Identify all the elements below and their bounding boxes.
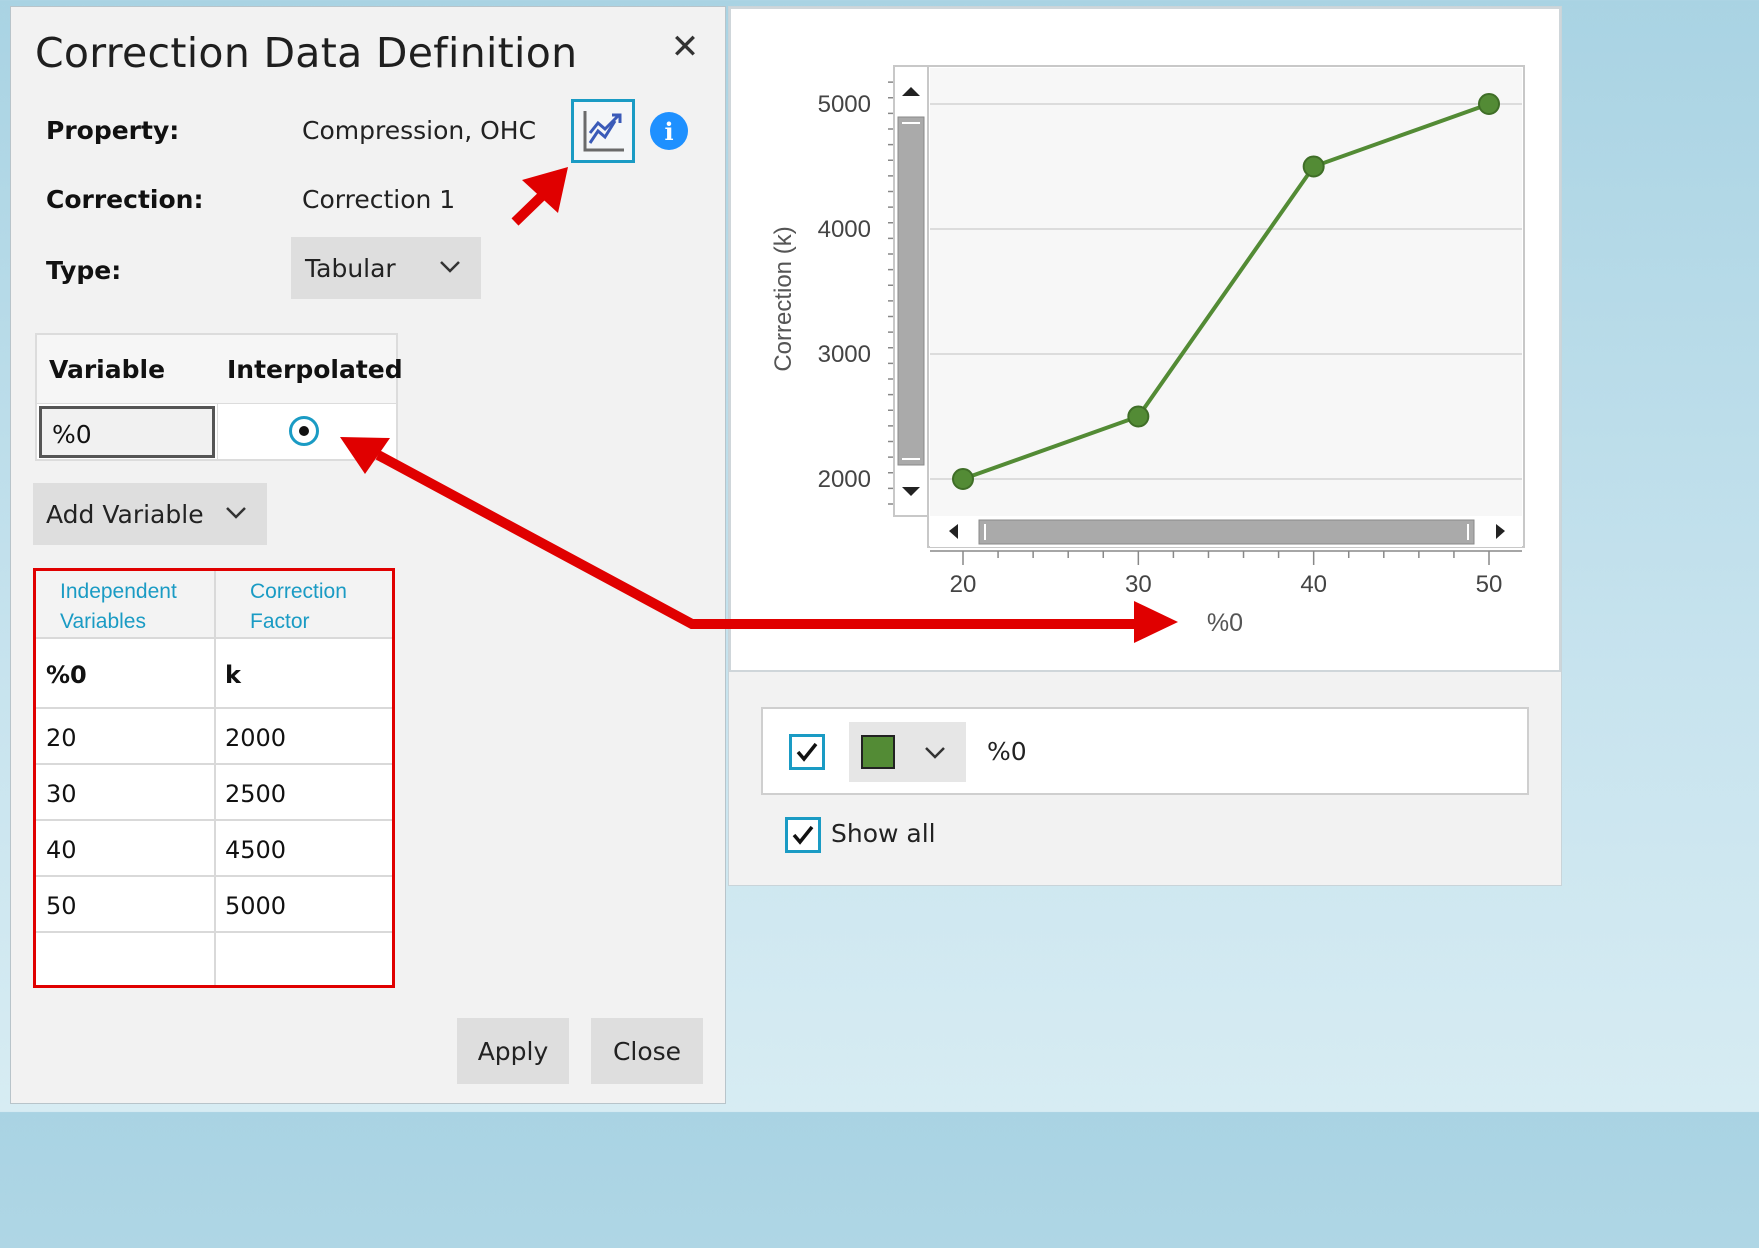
- y-axis-label: Correction (k): [770, 226, 797, 371]
- show-all-checkbox[interactable]: [785, 817, 821, 853]
- correction-factor-header: Correction Factor: [250, 577, 347, 637]
- vertical-scroll-thumb[interactable]: [897, 116, 925, 466]
- x-tick-label: 50: [1476, 571, 1503, 598]
- show-graph-button[interactable]: [571, 99, 635, 163]
- independent-variables-header: Independent Variables: [60, 577, 177, 637]
- factor-value-cell[interactable]: 2000: [225, 724, 286, 752]
- y-tick-label: 2000: [818, 466, 871, 493]
- chevron-down-icon: [226, 507, 246, 519]
- x-value-cell[interactable]: 30: [46, 780, 77, 808]
- chevron-down-icon: [440, 261, 460, 273]
- vertical-scrollbar[interactable]: [893, 65, 929, 517]
- x-value-cell[interactable]: 50: [46, 892, 77, 920]
- variable-row: %0: [37, 403, 396, 460]
- legend-box: %0: [761, 707, 1529, 795]
- correction-data-dialog: Correction Data Definition ✕ Property: C…: [10, 6, 726, 1104]
- x-value-cell[interactable]: 20: [46, 724, 77, 752]
- header-line: Factor: [250, 610, 310, 633]
- y-axis-ticks: 2000 3000 4000 5000: [818, 81, 894, 505]
- factor-value-cell[interactable]: 5000: [225, 892, 286, 920]
- correction-label: Correction:: [46, 185, 204, 214]
- column-divider: [214, 571, 216, 985]
- variable-unit-cell: %0: [46, 661, 87, 689]
- interpolated-radio[interactable]: [289, 416, 319, 446]
- header-line: Independent: [60, 580, 177, 603]
- graph-panel: 2000 3000 4000 5000 20 30 40 50 Correcti…: [728, 6, 1562, 886]
- line-chart-icon: [583, 111, 624, 152]
- y-tick-label: 5000: [818, 91, 871, 118]
- correction-data-table: Independent Variables Correction Factor …: [33, 568, 395, 988]
- show-all-label: Show all: [831, 819, 936, 848]
- apply-button[interactable]: Apply: [457, 1018, 569, 1084]
- checkmark-icon: [792, 825, 814, 845]
- x-axis-label: %0: [1207, 609, 1243, 637]
- dialog-title: Correction Data Definition: [35, 29, 578, 77]
- x-tick-label: 40: [1300, 571, 1327, 598]
- y-tick-label: 4000: [818, 216, 871, 243]
- variable-column-header: Variable: [49, 355, 166, 384]
- column-divider: [217, 404, 218, 460]
- type-dropdown[interactable]: Tabular: [291, 237, 481, 299]
- x-tick-label: 30: [1125, 571, 1152, 598]
- variable-name-cell[interactable]: %0: [39, 406, 215, 458]
- horizontal-scroll-thumb[interactable]: [978, 519, 1475, 545]
- property-value: Compression, OHC: [302, 116, 537, 145]
- type-label: Type:: [46, 256, 122, 285]
- property-label: Property:: [46, 116, 180, 145]
- factor-value-cell[interactable]: 2500: [225, 780, 286, 808]
- chevron-down-icon: [925, 747, 945, 759]
- factor-unit-cell: k: [225, 661, 241, 689]
- legend-series-name: %0: [987, 737, 1027, 766]
- add-variable-label: Add Variable: [46, 499, 204, 529]
- close-icon[interactable]: ✕: [667, 29, 703, 65]
- data-point[interactable]: [1302, 155, 1325, 178]
- series-color-swatch: [861, 735, 895, 769]
- series-visibility-checkbox[interactable]: [789, 734, 825, 770]
- correction-value: Correction 1: [302, 185, 456, 214]
- type-dropdown-value: Tabular: [305, 253, 396, 283]
- checkmark-icon: [796, 742, 818, 762]
- variable-table: Variable Interpolated %0: [35, 333, 403, 461]
- factor-value-cell[interactable]: 4500: [225, 836, 286, 864]
- data-point[interactable]: [1127, 405, 1150, 428]
- data-point[interactable]: [1478, 93, 1500, 115]
- close-button[interactable]: Close: [591, 1018, 703, 1084]
- chart-area: 2000 3000 4000 5000 20 30 40 50 Correcti…: [729, 7, 1561, 672]
- x-axis-ticks: 20 30 40 50: [930, 550, 1522, 598]
- correction-chart: 2000 3000 4000 5000 20 30 40 50 Correction …: [770, 65, 1525, 637]
- horizontal-scrollbar[interactable]: [930, 516, 1522, 547]
- series-color-dropdown[interactable]: [849, 722, 966, 782]
- data-point[interactable]: [952, 468, 974, 490]
- y-tick-label: 3000: [818, 341, 871, 368]
- x-value-cell[interactable]: 40: [46, 836, 77, 864]
- add-variable-dropdown[interactable]: Add Variable: [33, 483, 267, 545]
- info-icon[interactable]: i: [650, 112, 688, 150]
- interpolated-column-header: Interpolated: [227, 355, 403, 384]
- header-line: Variables: [60, 610, 146, 633]
- header-line: Correction: [250, 580, 347, 603]
- x-tick-label: 20: [950, 571, 977, 598]
